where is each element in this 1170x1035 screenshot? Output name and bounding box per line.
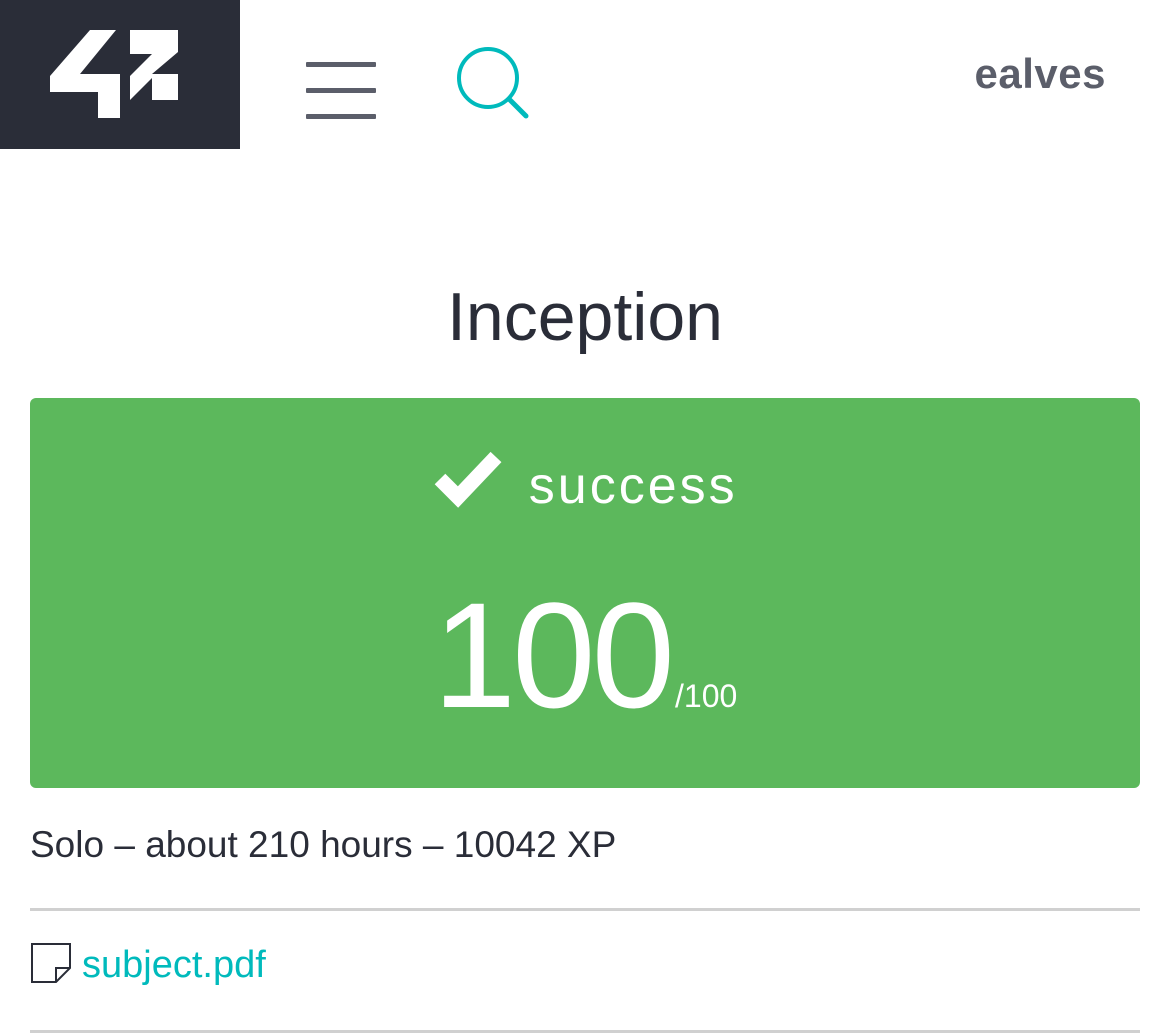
result-card: success 100/100 bbox=[30, 398, 1140, 788]
score-max: /100 bbox=[675, 678, 738, 714]
search-button[interactable] bbox=[454, 46, 530, 122]
score: 100/100 bbox=[30, 580, 1140, 730]
divider bbox=[30, 1030, 1140, 1033]
top-bar: ealves bbox=[0, 0, 1170, 149]
subject-pdf-link[interactable]: subject.pdf bbox=[82, 944, 266, 987]
hamburger-icon bbox=[306, 62, 376, 67]
page-title: Inception bbox=[447, 279, 723, 355]
attachment-item[interactable]: subject.pdf bbox=[30, 942, 266, 989]
score-value: 100 bbox=[432, 571, 675, 739]
42-logo-icon bbox=[50, 30, 178, 118]
status-label: success bbox=[528, 457, 738, 515]
logo[interactable] bbox=[0, 0, 240, 149]
search-icon bbox=[457, 47, 529, 119]
document-icon bbox=[30, 942, 72, 989]
user-profile-link[interactable]: ealves bbox=[975, 50, 1106, 98]
status-row: success bbox=[30, 442, 1140, 516]
menu-button[interactable] bbox=[306, 62, 376, 120]
divider bbox=[30, 908, 1140, 911]
project-meta: Solo – about 210 hours – 10042 XP bbox=[30, 824, 617, 865]
checkmark-icon bbox=[432, 445, 506, 514]
